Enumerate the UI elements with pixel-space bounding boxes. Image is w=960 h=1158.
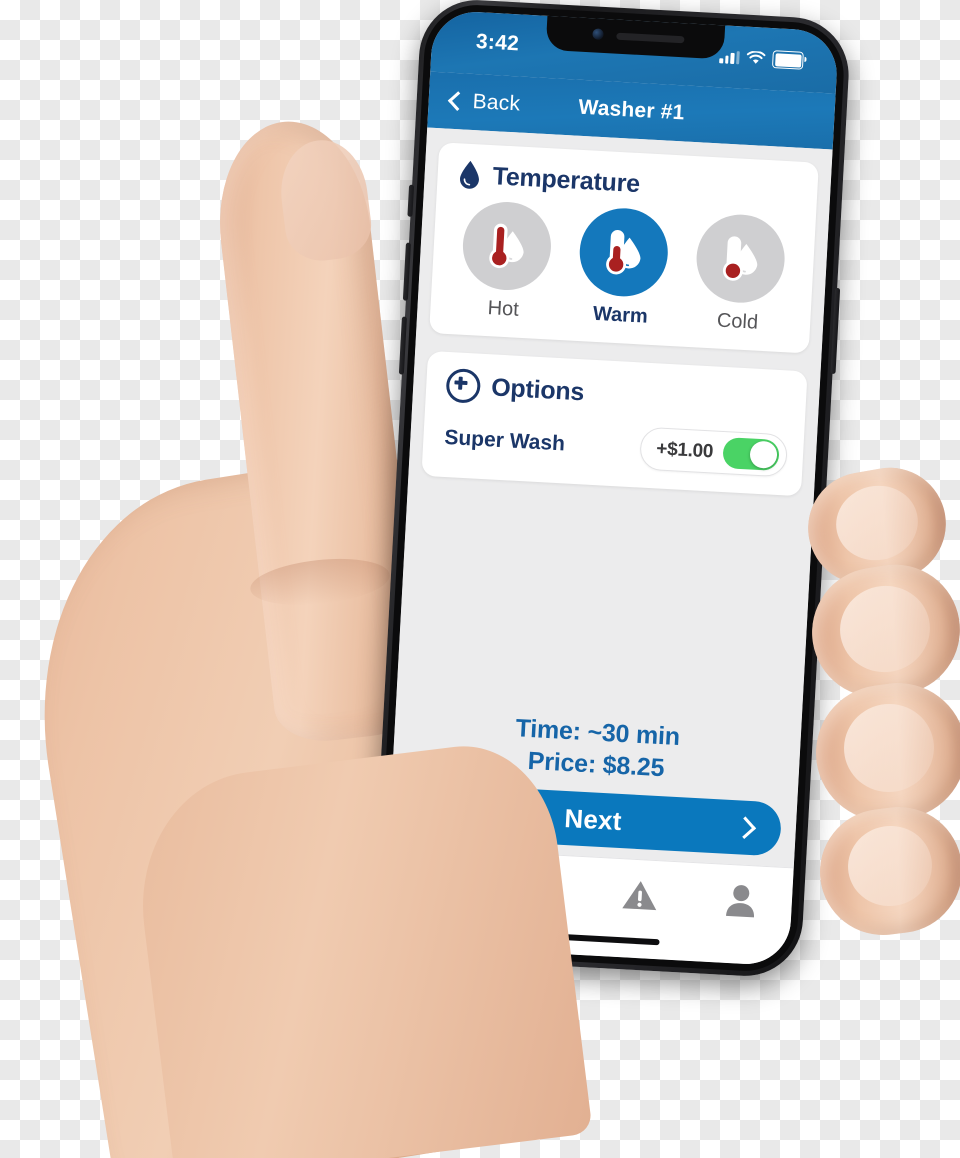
hand-fingernail-2 — [832, 578, 938, 680]
next-button-label: Next — [563, 802, 623, 836]
smartphone-device: 3:42 Back Washer #1 Temperature Hot Warm… — [370, 0, 852, 979]
hand-finger-ring — [807, 674, 960, 830]
hand-fingernail-1 — [829, 478, 925, 568]
tab-machines[interactable] — [505, 865, 571, 914]
options-title: Options — [490, 372, 585, 406]
hand-fingernail-4 — [842, 819, 938, 913]
warning-triangle-icon — [622, 881, 656, 911]
status-bar-time: 3:42 — [475, 30, 520, 56]
temperature-option-warm[interactable]: Warm — [576, 206, 671, 330]
option-label-super-wash: Super Wash — [443, 425, 566, 455]
hand-knuckle — [248, 552, 392, 612]
temperature-option-hot[interactable]: Hot — [459, 199, 553, 324]
circle-plus-icon — [445, 367, 482, 404]
chevron-right-icon — [733, 816, 757, 840]
toggle-knob — [749, 440, 778, 469]
status-bar-indicators — [719, 47, 804, 70]
battery-icon — [771, 50, 804, 70]
phone-screen: 3:42 Back Washer #1 Temperature Hot Warm… — [382, 9, 840, 967]
thermometer-warm-icon — [577, 206, 671, 299]
earpiece-speaker — [616, 32, 685, 44]
composite-scene: 3:42 Back Washer #1 Temperature Hot Warm… — [0, 0, 960, 1158]
back-button[interactable]: Back — [447, 89, 521, 117]
main-content: Temperature Hot Warm Cold Options Super … — [388, 127, 833, 868]
temperature-option-cold[interactable]: Cold — [693, 212, 788, 336]
tab-account[interactable] — [708, 876, 774, 925]
hand-thumbnail — [275, 135, 375, 265]
hand-finger-pinky — [812, 799, 960, 943]
option-price-super-wash: +$1.00 — [655, 437, 714, 462]
temperature-label-cold: Cold — [716, 309, 759, 334]
temperature-label-warm: Warm — [592, 302, 649, 328]
tab-home[interactable] — [404, 859, 470, 908]
temperature-card: Temperature Hot Warm Cold — [429, 142, 819, 354]
signal-bars-icon — [719, 50, 740, 64]
temperature-label-hot: Hot — [487, 297, 520, 321]
water-droplet-icon — [459, 160, 479, 189]
options-card: Options Super Wash +$1.00 — [421, 350, 808, 497]
temperature-options: Hot Warm Cold — [429, 188, 816, 353]
home-icon — [419, 869, 456, 899]
front-camera-icon — [592, 28, 604, 40]
washing-machine-icon — [523, 872, 554, 908]
chevron-left-icon — [447, 91, 468, 112]
option-toggle-group[interactable]: +$1.00 — [639, 426, 789, 478]
tab-alerts[interactable] — [607, 870, 673, 919]
thermometer-cold-icon — [694, 212, 788, 306]
thermometer-hot-icon — [460, 199, 553, 293]
back-button-label: Back — [472, 89, 521, 116]
home-indicator — [513, 931, 660, 946]
hand-finger-middle — [802, 555, 960, 707]
person-icon — [726, 885, 755, 918]
hand-fingernail-3 — [837, 696, 941, 800]
wifi-icon — [746, 50, 766, 64]
super-wash-toggle[interactable] — [722, 437, 780, 472]
